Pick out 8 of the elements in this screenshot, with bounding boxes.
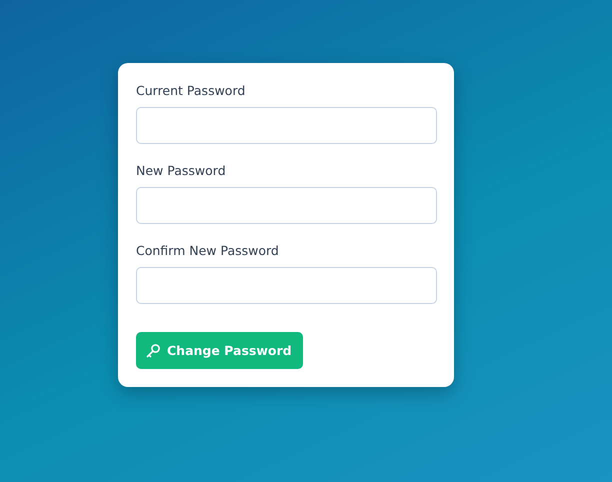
key-icon bbox=[146, 343, 161, 358]
field-label: New Password bbox=[136, 163, 227, 179]
password-field[interactable] bbox=[136, 267, 437, 304]
field-label: Confirm New Password bbox=[136, 243, 280, 259]
password-field[interactable] bbox=[136, 107, 437, 144]
change-password-button[interactable]: Change Password bbox=[136, 332, 303, 369]
field-label: Current Password bbox=[136, 83, 246, 99]
password-field[interactable] bbox=[136, 187, 437, 224]
